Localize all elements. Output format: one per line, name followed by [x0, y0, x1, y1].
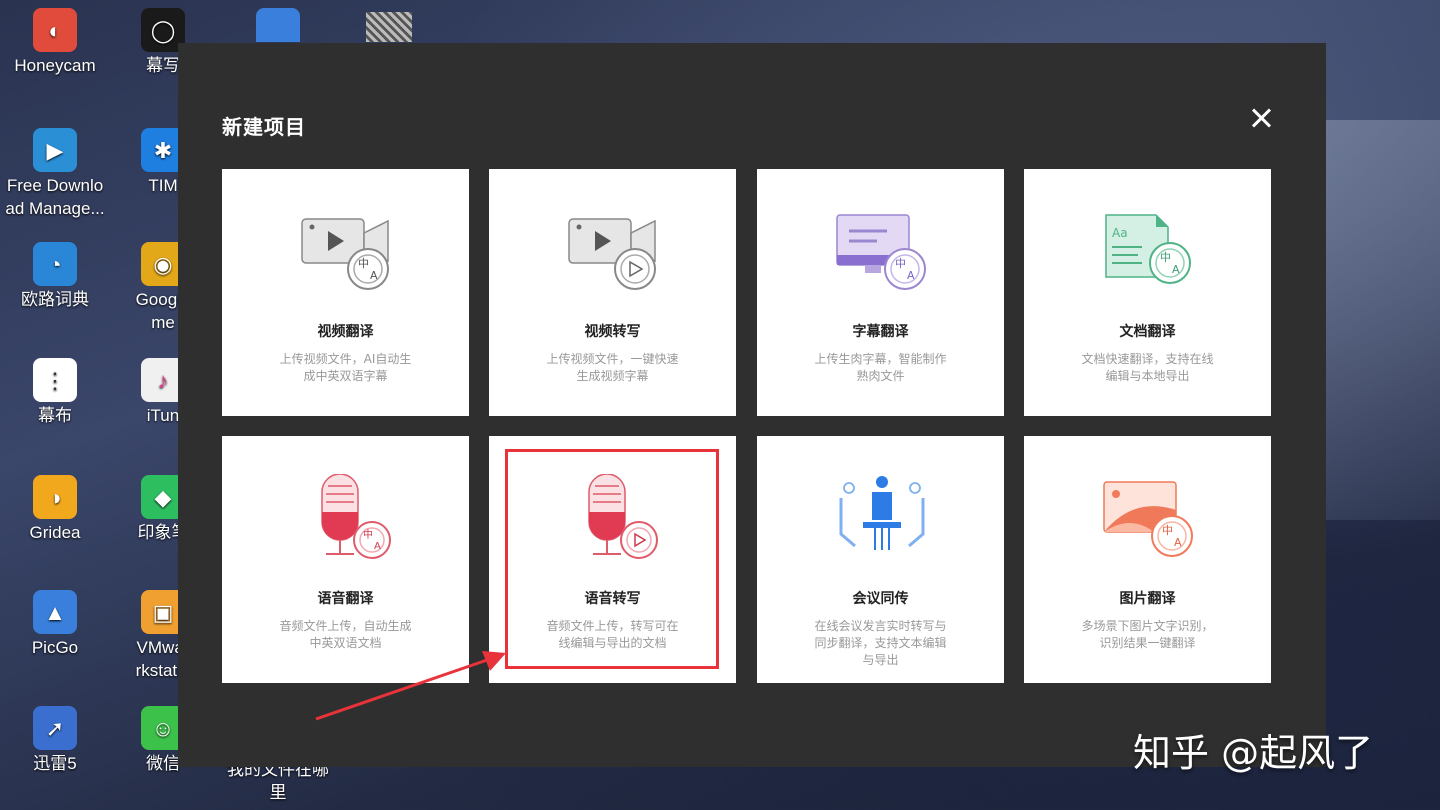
- image-translate-icon: 中 A: [1103, 481, 1193, 557]
- close-icon[interactable]: [1248, 105, 1274, 131]
- desktop-icon-fdm[interactable]: ▶ Free Downlo ad Manage...: [0, 128, 110, 220]
- svg-text:A: A: [374, 541, 381, 552]
- svg-text:Aa: Aa: [1112, 226, 1128, 240]
- card-title: 文档翻译: [1119, 324, 1176, 340]
- video-transcribe-icon: [568, 218, 656, 290]
- desktop-icon-honeycam[interactable]: ◐ Honeycam: [0, 8, 110, 77]
- desktop-icon-mubu[interactable]: ⋮ 幕布: [0, 358, 110, 427]
- svg-text:中: 中: [1162, 524, 1173, 537]
- document-translate-icon: Aa 中 A: [1105, 214, 1191, 284]
- card-image-translate[interactable]: 中 A 图片翻译 多场景下图片文字识别，识别结果一键翻译: [1024, 436, 1271, 683]
- desktop-icon-xunlei[interactable]: ➚ 迅雷5: [0, 706, 110, 775]
- picgo-icon: ▲: [33, 590, 77, 634]
- meeting-interpret-icon: [839, 476, 925, 550]
- dialog-title: 新建项目: [222, 115, 306, 139]
- video-translate-icon: 中 A: [301, 218, 389, 290]
- svg-text:A: A: [907, 269, 915, 282]
- card-description: 上传生肉字幕，智能制作熟肉文件: [814, 352, 947, 383]
- desktop-icon-gridea[interactable]: ◑ Gridea: [0, 475, 110, 544]
- watermark: 知乎 @起风了: [1133, 731, 1374, 775]
- svg-text:中: 中: [1160, 251, 1171, 264]
- card-description: 文档快速翻译，支持在线编辑与本地导出: [1081, 352, 1214, 383]
- desktop-icon-eudic[interactable]: ◔ 欧路词典: [0, 242, 110, 311]
- card-subtitle-translate[interactable]: 中 A 字幕翻译 上传生肉字幕，智能制作熟肉文件: [757, 169, 1004, 416]
- xunlei-icon: ➚: [33, 706, 77, 750]
- card-title: 会议同传: [852, 591, 909, 607]
- honeycam-icon: ◐: [33, 8, 77, 52]
- desktop-icon-partial-2[interactable]: [366, 12, 412, 42]
- card-document-translate[interactable]: Aa 中 A 文档翻译 文档快速翻译，支持在线编辑与本地导出: [1024, 169, 1271, 416]
- svg-text:中: 中: [363, 528, 373, 541]
- desktop-icon-picgo[interactable]: ▲ PicGo: [0, 590, 110, 659]
- card-title: 语音翻译: [317, 591, 374, 607]
- mubu-icon: ⋮: [33, 358, 77, 402]
- card-title: 字幕翻译: [852, 324, 909, 340]
- card-video-transcribe[interactable]: 视频转写 上传视频文件，一键快速生成视频字幕: [489, 169, 736, 416]
- annotation-arrow-icon: [315, 651, 506, 721]
- svg-text:中: 中: [358, 257, 369, 270]
- card-description: 上传视频文件，AI自动生成中英双语字幕: [279, 352, 412, 383]
- svg-text:A: A: [1174, 536, 1182, 549]
- svg-text:中: 中: [895, 257, 906, 270]
- card-title: 图片翻译: [1119, 591, 1176, 607]
- svg-text:A: A: [1172, 263, 1180, 276]
- card-meeting-interpret[interactable]: 会议同传 在线会议发言实时转写与同步翻译，支持文本编辑与导出: [757, 436, 1004, 683]
- card-description: 在线会议发言实时转写与同步翻译，支持文本编辑与导出: [814, 619, 947, 667]
- card-description: 上传视频文件，一键快速生成视频字幕: [546, 352, 679, 383]
- audio-translate-icon: 中 A: [321, 474, 391, 559]
- desktop-icon-partial-1[interactable]: [256, 8, 300, 42]
- card-description: 多场景下图片文字识别，识别结果一键翻译: [1081, 619, 1214, 650]
- card-video-translate[interactable]: 中 A 视频翻译 上传视频文件，AI自动生成中英双语字幕: [222, 169, 469, 416]
- card-title: 视频转写: [584, 324, 641, 340]
- svg-text:A: A: [370, 269, 378, 282]
- subtitle-translate-icon: 中 A: [836, 214, 926, 290]
- fdm-icon: ▶: [33, 128, 77, 172]
- gridea-icon: ◑: [33, 475, 77, 519]
- card-title: 视频翻译: [317, 324, 374, 340]
- annotation-highlight-box: [505, 449, 719, 669]
- eudic-icon: ◔: [33, 242, 77, 286]
